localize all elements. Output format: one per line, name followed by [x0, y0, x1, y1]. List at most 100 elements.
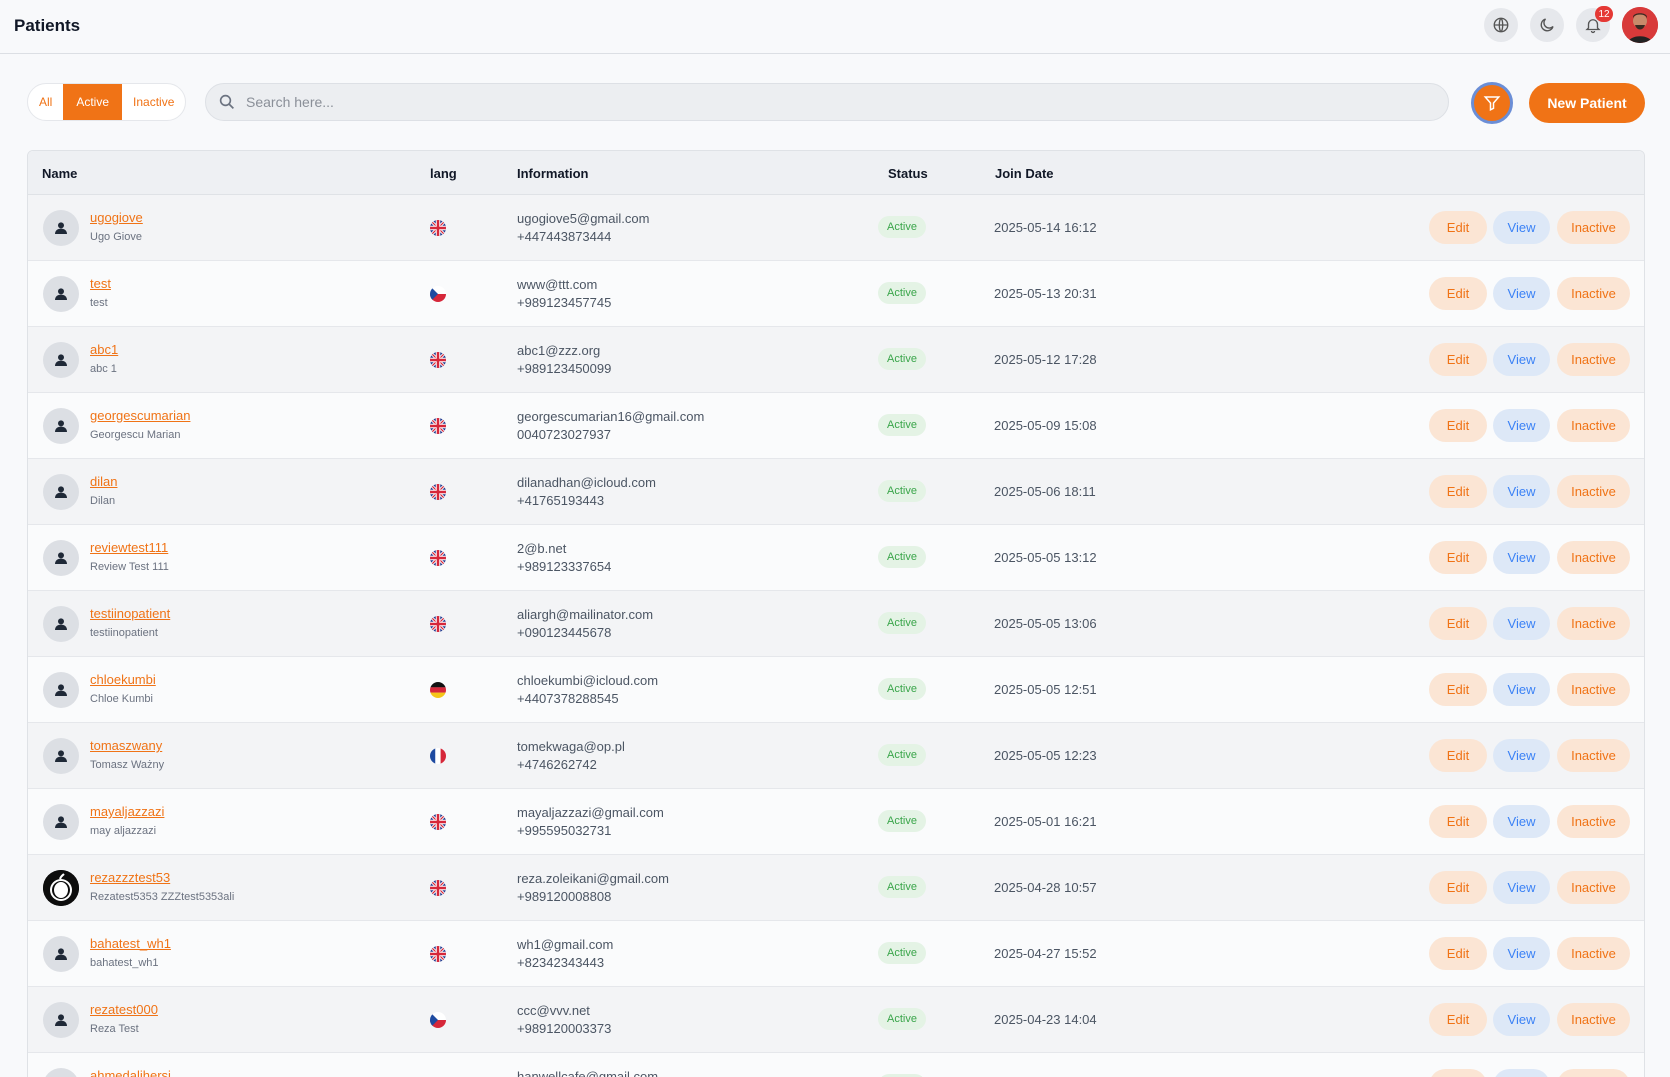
new-patient-button[interactable]: New Patient	[1529, 83, 1645, 123]
status-badge: Active	[878, 744, 926, 766]
view-button[interactable]: View	[1493, 343, 1550, 376]
patient-username-link[interactable]: abc1	[90, 342, 118, 357]
patient-phone: +989120003373	[517, 1021, 612, 1036]
lang-flag-icon	[430, 418, 446, 434]
table-row: dilan Dilan dilanadhan@icloud.com +41765193…	[28, 459, 1644, 525]
filter-inactive[interactable]: Inactive	[122, 84, 185, 120]
table-row: ahmedalihersihanwellcafe@gmail.comActive…	[28, 1053, 1644, 1077]
edit-button[interactable]: Edit	[1429, 937, 1487, 970]
view-button[interactable]: View	[1493, 277, 1550, 310]
inactive-button[interactable]: Inactive	[1557, 409, 1630, 442]
patient-username-link[interactable]: mayaljazzazi	[90, 804, 164, 819]
table-body: ugogiove Ugo Giove ugogiove5@gmail.com +447…	[28, 195, 1644, 1077]
patient-username-link[interactable]: dilan	[90, 474, 117, 489]
view-button[interactable]: View	[1493, 1069, 1550, 1077]
edit-button[interactable]: Edit	[1429, 1069, 1487, 1077]
person-icon	[55, 354, 67, 366]
patient-phone: +82342343443	[517, 955, 605, 970]
edit-button[interactable]: Edit	[1429, 211, 1487, 244]
view-button[interactable]: View	[1493, 1003, 1550, 1036]
edit-button[interactable]: Edit	[1429, 739, 1487, 772]
edit-button[interactable]: Edit	[1429, 409, 1487, 442]
search-input[interactable]	[246, 94, 1396, 110]
edit-button[interactable]: Edit	[1429, 805, 1487, 838]
patient-fullname: Rezatest5353 ZZZtest5353ali	[90, 891, 235, 903]
person-icon	[55, 618, 67, 630]
patient-username-link[interactable]: rezatest000	[90, 1002, 158, 1017]
lang-flag-icon	[430, 946, 446, 962]
col-join-date[interactable]: Join Date	[995, 166, 1054, 181]
edit-button[interactable]: Edit	[1429, 541, 1487, 574]
edit-button[interactable]: Edit	[1429, 607, 1487, 640]
person-icon	[55, 750, 67, 762]
col-lang[interactable]: lang	[430, 166, 457, 181]
filter-active[interactable]: Active	[63, 84, 123, 120]
patients-table: Name lang Information Status Join Date u…	[27, 150, 1645, 1077]
user-avatar[interactable]	[1622, 7, 1658, 43]
view-button[interactable]: View	[1493, 211, 1550, 244]
view-button[interactable]: View	[1493, 673, 1550, 706]
patient-username-link[interactable]: chloekumbi	[90, 672, 156, 687]
patient-username-link[interactable]: test	[90, 276, 111, 291]
status-badge: Active	[878, 216, 926, 238]
patient-username-link[interactable]: tomaszwany	[90, 738, 162, 753]
filter-button[interactable]	[1471, 82, 1513, 124]
edit-button[interactable]: Edit	[1429, 343, 1487, 376]
inactive-button[interactable]: Inactive	[1557, 871, 1630, 904]
patient-email: reza.zoleikani@gmail.com	[517, 871, 669, 886]
inactive-button[interactable]: Inactive	[1557, 541, 1630, 574]
col-status[interactable]: Status	[888, 166, 928, 181]
lang-flag-icon	[430, 1012, 446, 1028]
edit-button[interactable]: Edit	[1429, 673, 1487, 706]
patient-username-link[interactable]: testiinopatient	[90, 606, 170, 621]
inactive-button[interactable]: Inactive	[1557, 937, 1630, 970]
patient-email: abc1@zzz.org	[517, 343, 601, 358]
edit-button[interactable]: Edit	[1429, 475, 1487, 508]
patient-avatar	[43, 276, 79, 312]
col-name[interactable]: Name	[42, 166, 77, 181]
dark-mode-icon[interactable]	[1530, 8, 1564, 42]
inactive-button[interactable]: Inactive	[1557, 1003, 1630, 1036]
patient-phone: +989123450099	[517, 361, 612, 376]
edit-button[interactable]: Edit	[1429, 871, 1487, 904]
patient-username-link[interactable]: ugogiove	[90, 210, 143, 225]
view-button[interactable]: View	[1493, 409, 1550, 442]
inactive-button[interactable]: Inactive	[1557, 805, 1630, 838]
patient-email: wh1@gmail.com	[517, 937, 614, 952]
inactive-button[interactable]: Inactive	[1557, 1069, 1630, 1077]
join-date: 2025-04-23 14:04	[994, 1012, 1097, 1027]
inactive-button[interactable]: Inactive	[1557, 475, 1630, 508]
patient-phone: +4407378288545	[517, 691, 619, 706]
view-button[interactable]: View	[1493, 937, 1550, 970]
inactive-button[interactable]: Inactive	[1557, 277, 1630, 310]
inactive-button[interactable]: Inactive	[1557, 343, 1630, 376]
patient-avatar	[43, 738, 79, 774]
patient-username-link[interactable]: bahatest_wh1	[90, 936, 171, 951]
patient-avatar	[43, 870, 79, 906]
edit-button[interactable]: Edit	[1429, 277, 1487, 310]
patient-phone: +989123337654	[517, 559, 612, 574]
inactive-button[interactable]: Inactive	[1557, 673, 1630, 706]
view-button[interactable]: View	[1493, 739, 1550, 772]
lang-flag-icon	[430, 880, 446, 896]
patient-username-link[interactable]: rezazzztest53	[90, 870, 170, 885]
notification-bell-icon[interactable]: 12	[1576, 6, 1613, 42]
view-button[interactable]: View	[1493, 607, 1550, 640]
edit-button[interactable]: Edit	[1429, 1003, 1487, 1036]
patient-username-link[interactable]: reviewtest111	[90, 540, 168, 555]
view-button[interactable]: View	[1493, 871, 1550, 904]
inactive-button[interactable]: Inactive	[1557, 739, 1630, 772]
patient-username-link[interactable]: georgescumarian	[90, 408, 190, 423]
funnel-icon	[1483, 96, 1501, 111]
col-information[interactable]: Information	[517, 166, 589, 181]
join-date: 2025-05-12 17:28	[994, 352, 1097, 367]
inactive-button[interactable]: Inactive	[1557, 607, 1630, 640]
view-button[interactable]: View	[1493, 541, 1550, 574]
language-icon[interactable]	[1484, 8, 1518, 42]
view-button[interactable]: View	[1493, 805, 1550, 838]
view-button[interactable]: View	[1493, 475, 1550, 508]
filter-all[interactable]: All	[28, 84, 63, 120]
inactive-button[interactable]: Inactive	[1557, 211, 1630, 244]
patient-username-link[interactable]: ahmedalihersi	[90, 1068, 171, 1077]
table-row: tomaszwany Tomasz Ważny tomekwaga@op.pl +47…	[28, 723, 1644, 789]
